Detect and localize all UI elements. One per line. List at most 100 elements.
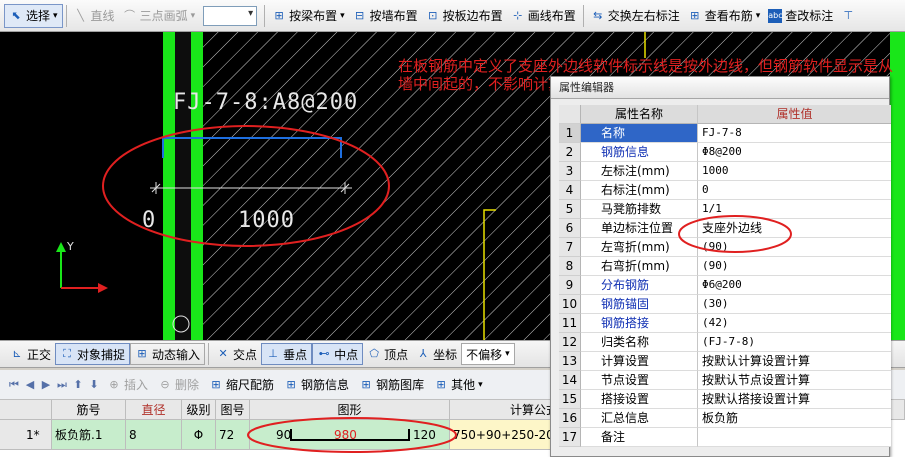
property-row-number: 17 xyxy=(559,428,581,447)
property-row[interactable]: 4 右标注(mm) 0 xyxy=(559,181,891,200)
highlight-ellipse-shape xyxy=(247,417,457,453)
delete-row-button[interactable]: ⊖ 删除 xyxy=(153,376,204,393)
move-down-icon[interactable]: ⬇ xyxy=(86,378,102,391)
move-up-icon[interactable]: ⬆ xyxy=(70,378,86,391)
swap-lr-label-button[interactable]: ⇆ 交换左右标注 xyxy=(587,4,684,28)
intersection-snap-toggle[interactable]: ✕ 交点 xyxy=(212,343,261,365)
select-button[interactable]: ⬉ 选择 ▾ xyxy=(4,3,63,28)
property-row-number: 5 xyxy=(559,200,581,219)
vertex-snap-toggle[interactable]: ⬠ 顶点 xyxy=(363,343,412,365)
property-row-value[interactable]: 1000 xyxy=(698,162,891,181)
table-cell-bar-name[interactable]: 板负筋.1 xyxy=(52,420,126,450)
ucs-y-label: Y xyxy=(67,240,74,253)
property-row[interactable]: 1 名称 FJ-7-8 xyxy=(559,124,891,143)
table-cell-diameter[interactable]: 8 xyxy=(126,420,182,450)
insert-row-button[interactable]: ⊕ 插入 xyxy=(102,376,153,393)
table-cell-formula[interactable]: 750+90+250-20+15 xyxy=(450,420,560,450)
property-row-number: 1 xyxy=(559,124,581,143)
property-row-name: 钢筋搭接 xyxy=(581,314,698,333)
view-layout-button[interactable]: ⊞ 查看布筋 ▾ xyxy=(684,4,765,28)
draw-line-icon: ⊹ xyxy=(513,8,523,22)
property-row-value[interactable]: (90) xyxy=(698,257,891,276)
rebar-info-button[interactable]: ⊞ 钢筋信息 xyxy=(279,376,354,393)
other-menu-button[interactable]: ⊞ 其他 ▾ xyxy=(429,376,488,393)
chevron-down-icon: ▾ xyxy=(478,379,483,390)
abc-label-icon: abc xyxy=(768,8,783,23)
property-rows: 1 名称 FJ-7-8 2 钢筋信息 Φ8@200 3 左标注(mm) 1000 4 右标注(mm)… xyxy=(559,124,891,447)
intersection-icon: ✕ xyxy=(218,347,228,360)
cursor-arrow-icon: ⬉ xyxy=(11,8,21,22)
property-row[interactable]: 10 钢筋锚固 (30) xyxy=(559,295,891,314)
property-row[interactable]: 13 计算设置 按默认计算设置计算 xyxy=(559,352,891,371)
swap-icon: ⇆ xyxy=(593,8,603,22)
object-snap-toggle[interactable]: ⛶ 对象捕捉 xyxy=(55,343,131,365)
property-row[interactable]: 3 左标注(mm) 1000 xyxy=(559,162,891,181)
rebar-label-text: FJ-7-8:A8@200 xyxy=(173,90,359,115)
three-point-arc-button[interactable]: ⌒ 三点画弧 ▾ xyxy=(119,4,200,28)
property-row[interactable]: 11 钢筋搭接 (42) xyxy=(559,314,891,333)
property-row[interactable]: 2 钢筋信息 Φ8@200 xyxy=(559,143,891,162)
property-row[interactable]: 17 备注 xyxy=(559,428,891,447)
property-row-number: 10 xyxy=(559,295,581,314)
property-row-name: 左标注(mm) xyxy=(581,162,698,181)
scale-rebar-button[interactable]: ⊞ 缩尺配筋 xyxy=(204,376,279,393)
vertex-icon: ⬠ xyxy=(369,347,379,360)
property-editor-panel: 属性编辑器 属性名称 属性值 1 名称 FJ-7-8 2 钢筋信息 Φ8@200 3 左标注(… xyxy=(550,76,891,457)
property-table-header: 属性名称 属性值 xyxy=(559,105,891,124)
property-row-value[interactable]: 按默认计算设置计算 xyxy=(698,352,891,371)
property-row-value[interactable]: 0 xyxy=(698,181,891,200)
scale-rebar-icon: ⊞ xyxy=(211,377,221,391)
property-row-value[interactable]: Φ8@200 xyxy=(698,143,891,162)
property-row-name: 钢筋锚固 xyxy=(581,295,698,314)
property-row-value[interactable]: 按默认节点设置计算 xyxy=(698,371,891,390)
beam-layout-icon: ⊞ xyxy=(274,8,284,22)
previous-record-icon[interactable]: ◀ xyxy=(22,378,38,391)
object-snap-icon: ⛶ xyxy=(63,347,71,360)
property-row[interactable]: 8 右弯折(mm) (90) xyxy=(559,257,891,276)
property-row-value[interactable]: FJ-7-8 xyxy=(698,124,891,143)
next-record-icon[interactable]: ▶ xyxy=(38,378,54,391)
property-row-name: 汇总信息 xyxy=(581,409,698,428)
property-header-corner xyxy=(559,105,581,124)
table-header-corner xyxy=(0,400,52,420)
property-row-value[interactable]: 板负筋 xyxy=(698,409,891,428)
overflow-toolbar-button[interactable]: ⊤ xyxy=(837,4,859,28)
rebar-library-button[interactable]: ⊞ 钢筋图库 xyxy=(354,376,429,393)
property-editor-title[interactable]: 属性编辑器 xyxy=(551,77,889,99)
snapbar-divider xyxy=(208,343,210,365)
property-row-name: 计算设置 xyxy=(581,352,698,371)
wall-layout-icon: ⊟ xyxy=(355,8,365,22)
property-row[interactable]: 16 汇总信息 板负筋 xyxy=(559,409,891,428)
coordinate-snap-toggle[interactable]: ⅄ 坐标 xyxy=(412,343,461,365)
dynamic-input-toggle[interactable]: ⊞ 动态输入 xyxy=(130,343,206,365)
line-button[interactable]: ╲ 直线 xyxy=(70,4,119,28)
place-by-slab-edge-button[interactable]: ⊡ 按板边布置 xyxy=(422,4,507,28)
place-by-beam-button[interactable]: ⊞ 按梁布置 ▾ xyxy=(268,4,349,28)
table-row-index[interactable]: 1* xyxy=(0,420,52,450)
chevron-down-icon: ▾ xyxy=(755,10,761,21)
property-row-value[interactable] xyxy=(698,428,891,447)
property-row[interactable]: 12 归类名称 (FJ-7-8) xyxy=(559,333,891,352)
draw-line-place-button[interactable]: ⊹ 画线布置 xyxy=(507,4,580,28)
property-row-value[interactable]: (30) xyxy=(698,295,891,314)
property-row-number: 7 xyxy=(559,238,581,257)
offset-mode-dropdown[interactable]: 不偏移 ▾ xyxy=(461,343,515,365)
place-by-wall-button[interactable]: ⊟ 按墙布置 xyxy=(349,4,422,28)
last-record-icon[interactable]: ⏭ xyxy=(54,378,70,392)
perpendicular-snap-toggle[interactable]: ⊥ 垂点 xyxy=(261,343,313,365)
draw-mode-dropdown[interactable] xyxy=(203,5,258,26)
property-row-value[interactable]: (42) xyxy=(698,314,891,333)
coordinate-icon: ⅄ xyxy=(419,347,427,360)
ortho-toggle[interactable]: ⊾ 正交 xyxy=(6,343,55,365)
midpoint-snap-toggle[interactable]: ⊷ 中点 xyxy=(312,343,364,365)
property-row-number: 2 xyxy=(559,143,581,162)
property-row-value[interactable]: (FJ-7-8) xyxy=(698,333,891,352)
property-row-value[interactable]: Φ6@200 xyxy=(698,276,891,295)
property-row[interactable]: 15 搭接设置 按默认搭接设置计算 xyxy=(559,390,891,409)
edit-label-button[interactable]: abc 查改标注 xyxy=(764,4,837,28)
property-row[interactable]: 9 分布钢筋 Φ6@200 xyxy=(559,276,891,295)
property-row-value[interactable]: 按默认搭接设置计算 xyxy=(698,390,891,409)
table-cell-grade[interactable]: Φ xyxy=(182,420,216,450)
property-row[interactable]: 14 节点设置 按默认节点设置计算 xyxy=(559,371,891,390)
first-record-icon[interactable]: ⏮ xyxy=(6,378,22,392)
